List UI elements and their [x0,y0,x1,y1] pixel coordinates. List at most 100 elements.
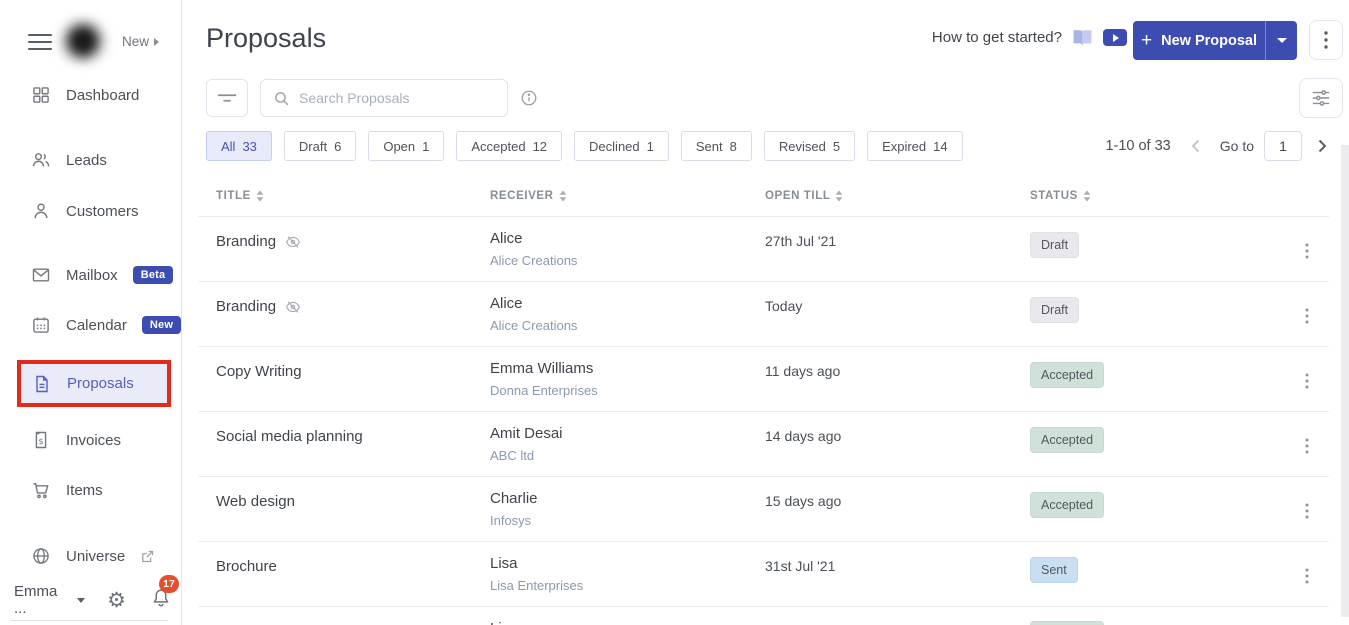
tab-sent[interactable]: Sent8 [681,131,752,161]
tab-expired[interactable]: Expired14 [867,131,963,161]
receiver-company: ABC ltd [490,448,534,463]
tab-count: 33 [242,139,256,154]
sidebar-item-label: Proposals [67,375,134,392]
status-badge: Sent [1030,557,1078,583]
table-row[interactable]: Social media planning Amit Desai ABC ltd… [198,412,1329,477]
table-row[interactable]: Copy Writing Emma Williams Donna Enterpr… [198,347,1329,412]
notification-count-badge: 17 [159,575,179,593]
help-link[interactable]: How to get started? [932,29,1062,46]
row-kebab-button[interactable] [1299,371,1315,396]
tab-revised[interactable]: Revised5 [764,131,855,161]
page-input[interactable] [1264,131,1302,161]
settings-gear-icon[interactable]: ⚙ [107,590,126,611]
open-till: 31st Jul '21 [765,558,835,574]
status-filter-tabs: All33 Draft6 Open1 Accepted12 Declined1 … [206,131,963,161]
status-badge: Accepted [1030,621,1104,625]
sort-icon [835,190,843,202]
eye-off-icon [285,299,301,315]
sidebar-item-label: Invoices [66,432,121,449]
filter-button[interactable] [206,79,248,117]
receiver-company: Infosys [490,513,531,528]
prev-page-button[interactable] [1187,137,1204,155]
notifications-bell-icon[interactable]: 17 [150,587,172,614]
workspace-switcher[interactable]: New [122,34,159,49]
sidebar-item-label: Customers [66,203,139,220]
sort-icon [559,190,567,202]
receiver-name: Alice [490,230,523,247]
column-header-receiver[interactable]: RECEIVER [490,190,567,202]
row-kebab-button[interactable] [1299,306,1315,331]
proposal-title: Copy Writing [216,363,302,380]
page-title: Proposals [206,23,326,54]
row-kebab-button[interactable] [1299,501,1315,526]
column-header-status[interactable]: STATUS [1030,190,1091,202]
table-row[interactable]: Branding Alice Alice Creations 27th Jul … [198,217,1329,282]
sidebar-item-mailbox[interactable]: Mailbox Beta [31,261,173,289]
youtube-video-icon[interactable] [1103,29,1127,46]
open-till: 11 days ago [765,363,840,379]
table-row[interactable]: Web design Charlie Infosys 15 days ago A… [198,477,1329,542]
user-menu[interactable]: Emma ... [14,583,67,617]
brand-logo [56,16,110,66]
sidebar-item-universe[interactable]: Universe [31,542,155,570]
column-header-title[interactable]: TITLE [216,190,264,202]
filter-icon [216,90,238,106]
new-proposal-label: New Proposal [1161,33,1257,49]
kebab-icon [1305,503,1309,519]
goto-label: Go to [1220,138,1254,154]
kebab-icon [1324,31,1328,49]
table-row[interactable]: Proposal ABC Lisa Accepted [198,607,1329,625]
tab-draft[interactable]: Draft6 [284,131,356,161]
status-badge: Accepted [1030,492,1104,518]
tab-all[interactable]: All33 [206,131,272,161]
vertical-scrollbar[interactable] [1341,145,1349,617]
table-header-row: TITLE RECEIVER OPEN TILL STATUS [198,178,1329,217]
sidebar-divider [10,620,168,621]
sidebar-item-dashboard[interactable]: Dashboard [31,81,139,109]
search-input[interactable] [299,90,497,106]
sidebar-item-invoices[interactable]: $ Invoices [31,426,121,454]
guide-book-icon[interactable] [1072,29,1093,46]
sidebar-item-label: Mailbox [66,267,118,284]
receiver-name: Alice [490,295,523,312]
tab-declined[interactable]: Declined1 [574,131,669,161]
sidebar-item-customers[interactable]: Customers [31,197,139,225]
proposal-title: Brochure [216,558,277,575]
tab-open[interactable]: Open1 [368,131,444,161]
caret-down-icon [1277,38,1287,43]
receiver-name: Charlie [490,490,538,507]
leads-icon [31,150,51,170]
receiver-company: Donna Enterprises [490,383,598,398]
next-page-button[interactable] [1314,137,1331,155]
tab-count: 1 [422,139,429,154]
open-till: 27th Jul '21 [765,233,836,249]
row-kebab-button[interactable] [1299,436,1315,461]
sidebar-item-leads[interactable]: Leads [31,146,107,174]
new-badge: New [142,316,181,334]
row-kebab-button[interactable] [1299,566,1315,591]
chevron-right-icon [1318,139,1327,153]
sidebar-item-label: Items [66,482,103,499]
table-row[interactable]: Branding Alice Alice Creations Today Dra… [198,282,1329,347]
new-proposal-dropdown-caret[interactable] [1266,21,1297,60]
column-header-open-till[interactable]: OPEN TILL [765,190,843,202]
hamburger-menu-icon[interactable] [28,34,52,50]
new-proposal-button[interactable]: + New Proposal [1133,21,1297,60]
tab-count: 12 [533,139,547,154]
sidebar-item-proposals[interactable]: Proposals [17,360,171,407]
column-settings-button[interactable] [1299,78,1343,118]
tab-count: 6 [334,139,341,154]
sidebar-item-items[interactable]: Items [31,476,103,504]
caret-down-icon[interactable] [77,598,85,603]
sliders-icon [1310,88,1332,108]
row-kebab-button[interactable] [1299,241,1315,266]
receiver-company: Lisa Enterprises [490,578,583,593]
header-kebab-button[interactable] [1309,20,1343,60]
sidebar-item-calendar[interactable]: Calendar New [31,311,181,339]
workspace-new-label: New [122,34,149,49]
tab-accepted[interactable]: Accepted12 [456,131,562,161]
table-row[interactable]: Brochure Lisa Lisa Enterprises 31st Jul … [198,542,1329,607]
info-icon[interactable] [520,89,538,107]
open-till: 15 days ago [765,493,841,509]
receiver-company: Alice Creations [490,253,577,268]
